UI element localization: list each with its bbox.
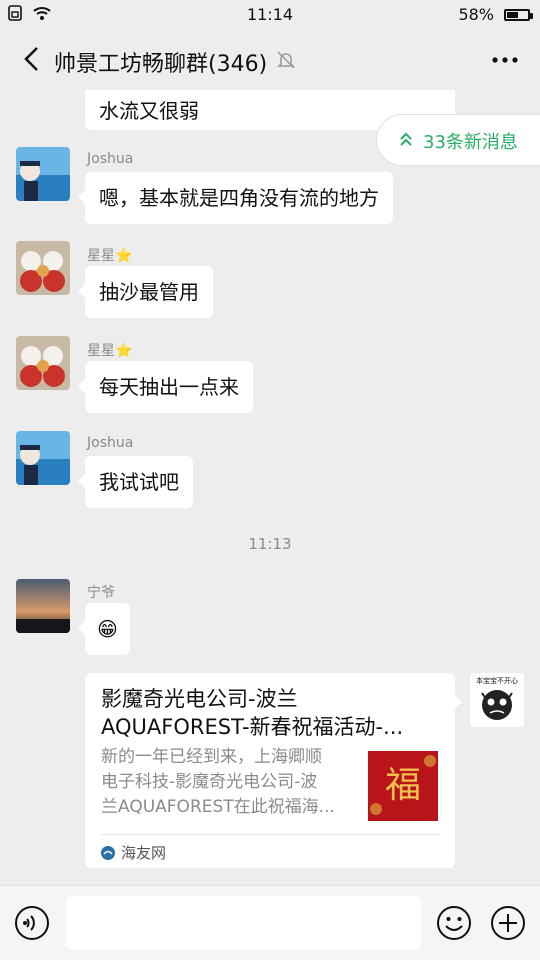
more-icon [492, 57, 518, 63]
chevron-left-icon [24, 47, 38, 71]
message-timestamp: 11:13 [248, 535, 292, 553]
message-bubble[interactable]: 抽沙最管用 [78, 266, 213, 318]
emoji-message[interactable]: 😁 [78, 603, 130, 655]
card-source: 海友网 [101, 842, 166, 863]
new-messages-button[interactable]: 33条新消息 [376, 114, 540, 166]
card-title: 影魔奇光电公司-波兰 AQUAFOREST-新春祝福活动-... [101, 687, 404, 739]
plus-icon [491, 906, 525, 940]
avatar-self-sticker[interactable]: 本宝宝不开心 [470, 673, 524, 727]
card-divider [101, 834, 439, 835]
battery-icon [504, 8, 533, 21]
card-thumbnail-char: 福 [385, 765, 421, 806]
chat-title: 帅景工坊畅聊群(346) [54, 52, 268, 77]
double-chevron-up-icon [400, 132, 412, 146]
sender-name: 星星⭐ [87, 343, 133, 359]
link-card[interactable]: 影魔奇光电公司-波兰 AQUAFOREST-新春祝福活动-... 新的一年已经到… [85, 673, 462, 868]
smiley-icon [437, 906, 471, 940]
voice-input-button[interactable] [14, 905, 50, 941]
avatar-xingxing[interactable] [16, 336, 70, 390]
card-source-label: 海友网 [121, 844, 167, 862]
emoji-button[interactable] [436, 905, 472, 941]
status-bar: 11:14 58% [0, 0, 540, 30]
avatar-xingxing[interactable] [16, 241, 70, 295]
muted-bell-icon [276, 50, 296, 70]
back-button[interactable] [14, 42, 48, 76]
sender-name: 星星⭐ [87, 248, 133, 264]
input-bar [0, 885, 540, 960]
message-input[interactable] [66, 896, 421, 950]
sticker-caption: 本宝宝不开心 [476, 676, 518, 685]
sender-name: Joshua [87, 435, 134, 451]
chat-header: 帅景工坊畅聊群(346) [0, 30, 540, 90]
avatar-ningye[interactable] [16, 579, 70, 633]
sender-name: 宁爷 [87, 585, 115, 601]
sender-name: Joshua [87, 151, 134, 167]
avatar-joshua[interactable] [16, 431, 70, 485]
voice-icon [15, 906, 49, 940]
more-functions-button[interactable] [490, 905, 526, 941]
source-logo-icon [101, 845, 115, 860]
card-description: 新的一年已经到来，上海卿顺 电子科技-影魔奇光电公司-波 兰AQUAFOREST… [101, 747, 335, 817]
message-bubble[interactable]: 我试试吧 [78, 456, 193, 508]
more-options-button[interactable] [488, 45, 522, 75]
new-messages-label: 33条新消息 [423, 132, 518, 153]
message-bubble[interactable]: 嗯，基本就是四角没有流的地方 [78, 172, 393, 224]
avatar-joshua[interactable] [16, 147, 70, 201]
message-bubble[interactable]: 每天抽出一点来 [78, 361, 253, 413]
card-thumbnail: 福 [368, 751, 438, 821]
battery-percent: 58% [458, 5, 494, 24]
chat-area[interactable]: 水流又很弱 33条新消息 Joshua 嗯，基本就是四角没有流的地方 星星⭐ 抽… [0, 90, 540, 885]
